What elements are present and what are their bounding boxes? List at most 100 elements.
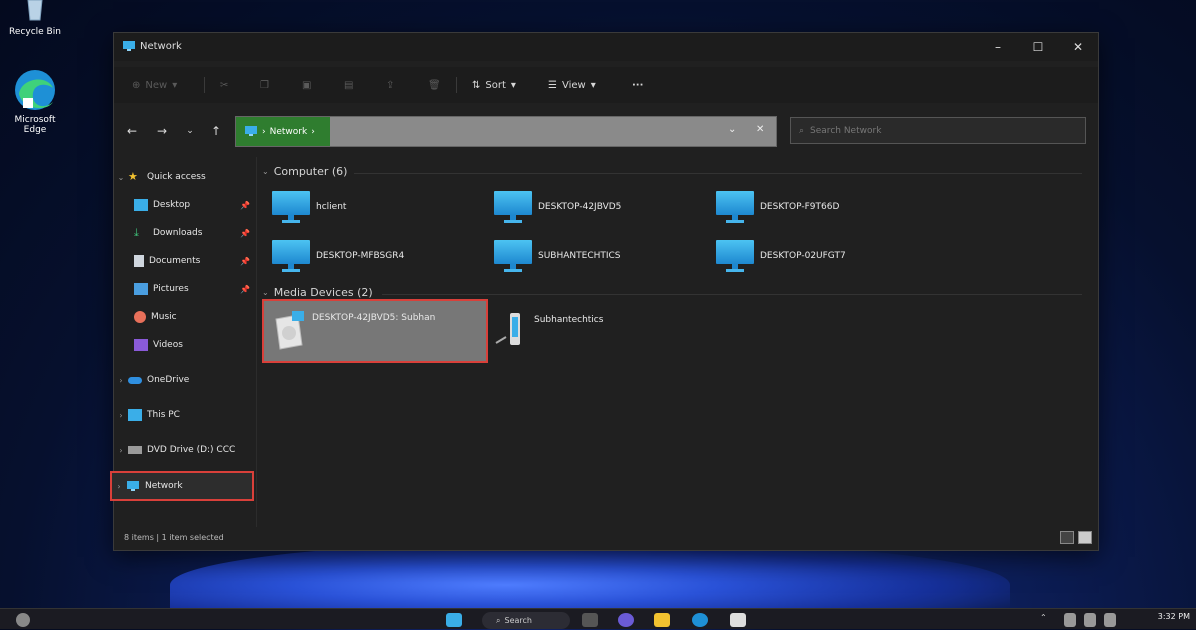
item-label: SUBHANTECHTICS <box>538 251 621 261</box>
search-box[interactable]: ⌕ Search Network <box>790 117 1086 144</box>
network-computer-item[interactable]: hclient <box>272 185 482 229</box>
chevron-right-icon: › <box>311 126 315 137</box>
group-header-computer[interactable]: ⌄ Computer (6) <box>262 165 347 178</box>
network-icon <box>127 481 139 491</box>
network-computer-item[interactable]: DESKTOP-F9T66D <box>716 185 926 229</box>
sidebar-item-music[interactable]: Music <box>134 305 177 329</box>
network-computer-item[interactable]: SUBHANTECHTICS <box>494 234 704 278</box>
network-computer-item[interactable]: DESKTOP-02UFGT7 <box>716 234 926 278</box>
sidebar-item-videos[interactable]: Videos <box>134 333 183 357</box>
back-arrow-icon[interactable]: ← <box>122 121 142 141</box>
chevron-down-icon: ⌄ <box>262 288 269 297</box>
breadcrumb[interactable]: › Network › <box>236 117 330 146</box>
address-bar[interactable]: › Network › ⌄ ✕ <box>235 116 777 147</box>
group-title: Computer (6) <box>273 165 348 178</box>
rename-icon: ▤ <box>344 79 354 91</box>
view-icon: ☰ <box>548 79 557 91</box>
chevron-up-icon[interactable]: ⌃ <box>1040 613 1050 627</box>
chat-icon[interactable] <box>618 613 634 627</box>
media-device-item-selected[interactable]: DESKTOP-42JBVD5: Subhan <box>262 299 488 363</box>
network-tray-icon[interactable] <box>1064 613 1076 627</box>
chevron-down-icon: ▾ <box>510 79 516 91</box>
close-button[interactable]: ✕ <box>1058 33 1098 61</box>
navigation-pane: ⌄ ★ Quick access Desktop 📌 ⤓ Downloads 📌… <box>110 157 256 527</box>
computer-icon <box>272 238 310 274</box>
recycle-bin-icon <box>27 0 43 21</box>
network-computer-item[interactable]: DESKTOP-42JBVD5 <box>494 185 704 229</box>
item-label: hclient <box>316 202 347 212</box>
media-player-icon <box>495 313 520 345</box>
sidebar-item-label: Documents <box>149 256 201 266</box>
desktop-icon <box>134 199 148 211</box>
sidebar-item-desktop[interactable]: Desktop 📌 <box>134 193 250 217</box>
group-header-media[interactable]: ⌄ Media Devices (2) <box>262 286 373 299</box>
sidebar-item-documents[interactable]: Documents 📌 <box>134 249 250 273</box>
sidebar-item-quick-access[interactable]: ⌄ ★ Quick access <box>114 165 206 189</box>
rename-button[interactable]: ▤ <box>344 75 353 95</box>
cut-button[interactable]: ✂ <box>220 75 228 95</box>
share-button[interactable]: ⇪ <box>386 75 394 95</box>
downloads-icon: ⤓ <box>134 226 139 239</box>
item-label: DESKTOP-MFBSGR4 <box>316 251 405 261</box>
desktop-icon-edge[interactable]: Microsoft Edge <box>0 68 70 135</box>
more-options-button[interactable]: ··· <box>632 75 643 95</box>
volume-icon[interactable] <box>1084 613 1096 627</box>
maximize-button[interactable]: ☐ <box>1018 33 1058 61</box>
media-server-icon <box>275 311 304 350</box>
paste-icon: ▣ <box>302 79 312 91</box>
sidebar-item-this-pc[interactable]: › This PC <box>114 403 180 427</box>
sidebar-item-dvd-drive[interactable]: › DVD Drive (D:) CCC <box>114 438 235 462</box>
chevron-down-icon: ▾ <box>172 79 178 91</box>
cloud-icon <box>128 376 142 384</box>
status-item-count: 8 items <box>124 533 154 542</box>
status-selected-count: 1 item selected <box>161 533 224 542</box>
refresh-icon[interactable]: ✕ <box>756 124 764 135</box>
taskbar: ⌕ Search ⌃ 3:32 PM <box>0 608 1196 629</box>
taskbar-search[interactable]: ⌕ Search <box>482 612 570 629</box>
sidebar-item-onedrive[interactable]: › OneDrive <box>114 368 189 392</box>
widgets-icon[interactable] <box>16 613 30 627</box>
minimize-button[interactable]: – <box>978 33 1018 61</box>
sidebar-item-label: DVD Drive (D:) CCC <box>147 445 236 455</box>
start-icon[interactable] <box>446 613 462 627</box>
copy-icon: ❐ <box>260 79 269 91</box>
store-icon[interactable] <box>730 613 746 627</box>
tiles-view-button[interactable] <box>1078 531 1092 544</box>
battery-icon[interactable] <box>1104 613 1116 627</box>
forward-arrow-icon[interactable]: → <box>152 121 172 141</box>
sidebar-item-label: OneDrive <box>147 375 190 385</box>
file-explorer-window: Network – ☐ ✕ ⊕ New ▾ ✂ ❐ ▣ ▤ ⇪ 🗑 ⇅ Sort… <box>110 32 1099 551</box>
item-label: DESKTOP-42JBVD5: Subhan <box>312 313 436 323</box>
delete-button[interactable]: 🗑 <box>428 75 441 95</box>
task-view-icon[interactable] <box>582 613 598 627</box>
file-explorer-icon[interactable] <box>654 613 670 627</box>
view-button[interactable]: ☰ View ▾ <box>548 75 596 95</box>
clock[interactable]: 3:32 PM <box>1158 612 1190 621</box>
media-device-item[interactable]: Subhantechtics <box>494 307 704 351</box>
copy-button[interactable]: ❐ <box>260 75 269 95</box>
up-arrow-icon[interactable]: ↑ <box>206 121 226 141</box>
sidebar-item-label: Network <box>145 481 183 491</box>
sort-button[interactable]: ⇅ Sort ▾ <box>472 75 516 95</box>
search-icon: ⌕ <box>799 125 805 136</box>
network-computer-item[interactable]: DESKTOP-MFBSGR4 <box>272 234 482 278</box>
pane-divider <box>256 157 257 527</box>
sidebar-item-downloads[interactable]: ⤓ Downloads 📌 <box>134 221 250 245</box>
dvd-drive-icon <box>128 446 142 454</box>
documents-icon <box>134 255 144 267</box>
group-divider <box>382 294 1082 295</box>
recycle-bin-label: Recycle Bin <box>9 27 61 37</box>
share-icon: ⇪ <box>386 79 395 91</box>
address-dropdown-icon[interactable]: ⌄ <box>728 124 736 135</box>
recent-locations-chevron-icon[interactable]: ⌄ <box>180 121 200 141</box>
pictures-icon <box>134 283 148 295</box>
details-view-button[interactable] <box>1060 531 1074 544</box>
sidebar-item-pictures[interactable]: Pictures 📌 <box>134 277 250 301</box>
status-bar: 8 items | 1 item selected <box>124 533 224 542</box>
edge-taskbar-icon[interactable] <box>692 613 708 627</box>
new-button[interactable]: ⊕ New ▾ <box>132 75 177 95</box>
group-title: Media Devices (2) <box>273 286 373 299</box>
desktop-icon-recycle-bin[interactable]: Recycle Bin <box>0 0 70 37</box>
paste-button[interactable]: ▣ <box>302 75 311 95</box>
sidebar-item-network[interactable]: › Network <box>110 471 254 501</box>
